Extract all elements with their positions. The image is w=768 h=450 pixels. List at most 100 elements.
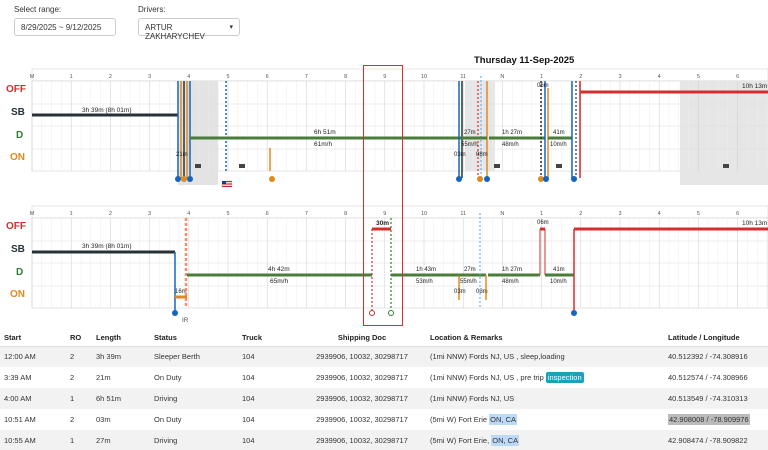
cell-latlng: 40.512574 / -74.308966 [664,367,768,388]
cell-location: (1mi NNW) Fords NJ, US [426,388,664,409]
location-text: (1mi NNW) Fords NJ, US [430,394,515,403]
table-row[interactable]: 10:51 AM 2 03m On Duty 104 2939906, 10032, 30… [0,409,768,430]
cell-shipping-doc: 2939906, 10032, 30298717 [316,415,408,424]
cell-shipping-doc: 2939906, 10032, 30298717 [298,346,426,367]
upper-d2: 1h 27m [502,130,522,136]
col-truck: Truck [238,330,298,347]
hour-tick-label: 3 [148,74,151,80]
latlng-text: 40.512392 / -74.308916 [668,352,748,362]
lower-log-graph: M 1 2 3 4 5 6 7 8 9 10 11 N 1 2 3 4 5 6 OFF SB D ON 3h 39m… [6,205,768,324]
location-text: (5mi W) Fort Erie [430,415,490,424]
col-ro: RO [66,330,92,347]
lower-d5: 41m [553,267,565,273]
col-latlng: Latitude / Longitude [664,330,768,347]
hour-tick-label: 6 [266,211,269,217]
range-label: Select range: [14,5,62,14]
cell-shipping-doc: 2939906, 10032, 30298717 [316,373,408,382]
hour-tick-label: 6 [736,74,739,80]
filter-bar: Select range: 8/29/2025 ~ 9/12/2025 Driv… [0,0,768,44]
cell-start: 12:00 AM [0,346,66,367]
cell-length: 21m [96,373,111,382]
cell-latlng: 42.908008 / -78.909976 [664,409,768,430]
hour-tick-label: 4 [187,74,190,80]
cell-ro: 1 [66,430,92,450]
hour-tick-label: N [500,74,504,80]
lower-sb-duration: 3h 39m (8h 01m) [82,243,132,250]
cell-status: Driving [150,430,238,450]
hour-tick-label: 6 [266,74,269,80]
cell-start: 3:39 AM [4,373,32,382]
col-shipping-doc: Shipping Doc [298,330,426,347]
cell-start: 4:00 AM [0,388,66,409]
lower-d2: 1h 43m [416,267,436,273]
upper-mid-on-08: 08m [476,152,488,158]
latlng-text: 40.512574 / -74.308966 [668,373,748,382]
cell-truck: 104 [238,388,298,409]
table-header-row: Start RO Length Status Truck Shipping Do… [0,330,768,347]
lower-status-sb-label: SB [11,244,25,255]
table-row[interactable]: 12:00 AM 2 3h 39m Sleeper Berth 104 2939906, … [0,346,768,367]
cell-ro: 2 [70,373,75,382]
hour-tick-label: 4 [187,211,190,217]
upper-off-06: 06m [537,83,549,89]
hour-tick-label: M [30,211,35,217]
upper-log-graph: M 1 2 3 4 5 6 7 8 9 10 11 N 1 2 3 4 5 6 OFF SB D ON 3h 39m… [6,68,768,188]
col-status: Status [150,330,238,347]
hour-tick-label: 5 [697,211,700,217]
cell-truck: 104 [238,430,298,450]
upper-off-long: 10h 13m [742,83,767,90]
lower-off-long: 10h 13m [742,220,767,227]
lower-d3-speed: 55m/h [460,279,477,285]
hour-tick-label: 2 [109,74,112,80]
hour-tick-label: 5 [226,74,229,80]
table-row[interactable]: 3:39 AM 2 21m On Duty 104 2939906, 10032, 302… [0,367,768,388]
location-pin-icon [175,176,577,182]
upper-d-speed: 61m/h [314,141,332,148]
cell-truck: 104 [242,373,255,382]
hour-tick-label: 1 [540,211,543,217]
hour-tick-label: 3 [618,74,621,80]
table-row[interactable]: 10:55 AM 1 27m Driving 104 2939906, 10032, 30… [0,430,768,450]
hour-tick-label: N [500,211,504,217]
sb-duration-label: 3h 39m (8h 01m) [82,107,132,114]
hour-tick-label: 2 [579,74,582,80]
cell-start: 10:55 AM [0,430,66,450]
status-off-label: OFF [6,84,26,95]
location-text: (1mi NNW) Fords NJ, US , sleep,loading [430,352,565,362]
hour-tick-label: 7 [305,74,308,80]
lower-off-06: 06m [537,220,549,226]
cell-length: 3h 39m [92,346,150,367]
status-on-label: ON [10,152,25,163]
location-text: (1mi NNW) Fords NJ, US , pre trip [430,373,546,382]
status-sb-label: SB [11,107,25,118]
hour-tick-label: 4 [658,74,661,80]
driver-select-value: ARTUR ZAKHARYCHEV [145,23,205,41]
driver-select[interactable]: ARTUR ZAKHARYCHEV ▾ [138,18,240,41]
hour-tick-label: 9 [383,211,386,217]
ir-label: IR [182,317,189,324]
lower-on-03: 03m [454,289,466,295]
upper-d3-speed: 10m/h [550,142,567,148]
lower-status-off-label: OFF [6,221,26,232]
cell-ro: 1 [66,388,92,409]
hour-tick-label: 1 [540,74,543,80]
hour-tick-label: 8 [344,74,347,80]
col-length: Length [92,330,150,347]
table-row[interactable]: 4:00 AM 1 6h 51m Driving 104 2939906, 10032, … [0,388,768,409]
cell-status: On Duty [154,415,182,424]
cell-location: (1mi NNW) Fords NJ, US , sleep,loading [426,346,664,367]
lower-status-on-label: ON [10,289,25,300]
cell-status: Driving [150,388,238,409]
cell-truck: 104 [242,415,255,424]
lower-d5-speed: 10m/h [550,279,567,285]
cell-start: 10:51 AM [4,415,36,424]
hour-tick-label: 7 [305,211,308,217]
hour-tick-label: 4 [658,211,661,217]
cell-latlng: 40.512392 / -74.308916 [664,346,768,367]
upper-mid-d1-speed: 55m/h [461,142,478,148]
cell-location: (5mi W) Fort Erie ON, CA [426,409,664,430]
lower-off-30: 30m [376,220,389,227]
date-range-input[interactable]: 8/29/2025 ~ 9/12/2025 [14,18,116,36]
hour-tick-label: M [30,74,35,80]
lower-d2-speed: 53m/h [416,279,433,285]
